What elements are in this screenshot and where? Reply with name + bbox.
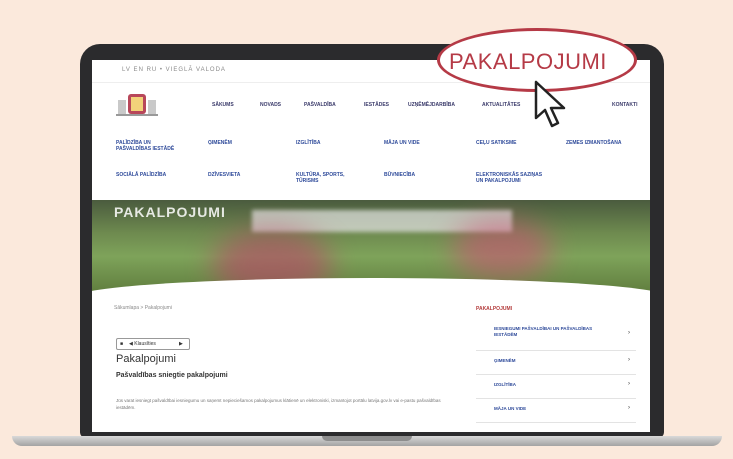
page-title: Pakalpojumi xyxy=(116,353,176,365)
language-switcher[interactable]: LV EN RU • VIEGLĀ VALODA xyxy=(122,67,226,73)
menu-item[interactable]: SOCIĀLĀ PALĪDZĪBA xyxy=(116,172,166,178)
menu-item[interactable]: ĢIMENĒM xyxy=(208,140,232,146)
listen-toolbar[interactable]: ■ ◀ Klausīties ▶ xyxy=(116,338,190,350)
sidebar-item[interactable]: ĢIMENĒM › xyxy=(476,354,636,375)
services-menu: PALĪDZĪBA UN PAŠVALDĪBAS IESTĀDĒ ĢIMENĒM… xyxy=(116,140,636,200)
nav-item[interactable]: KONTAKTI xyxy=(612,102,637,108)
menu-item[interactable]: DZĪVESVIETA xyxy=(208,172,240,178)
nav-item[interactable]: IESTĀDES xyxy=(364,102,389,108)
sidebar-item-label: IZGLĪTĪBA xyxy=(494,382,516,387)
laptop-notch xyxy=(322,436,412,441)
sidebar-item[interactable]: IZGLĪTĪBA › xyxy=(476,378,636,399)
sidebar-item-label: ĢIMENĒM xyxy=(494,358,516,363)
sidebar-item-label: MĀJA UN VIDE xyxy=(494,406,527,411)
play-button[interactable]: ▶ xyxy=(179,341,183,347)
sidebar-item[interactable]: IESNIEGUMI PAŠVALDĪBAI UN PAŠVALDĪBAS IE… xyxy=(476,322,636,351)
chevron-right-icon: › xyxy=(628,381,630,387)
sidebar-item-label: IESNIEGUMI PAŠVALDĪBAI UN PAŠVALDĪBAS IE… xyxy=(494,326,593,337)
nav-item[interactable]: UZŅĒMĒJDARBĪBA xyxy=(408,102,455,108)
sidebar-heading: PAKALPOJUMI xyxy=(476,306,513,312)
nav-item[interactable]: NOVADS xyxy=(260,102,281,108)
page-subtitle: Pašvaldības sniegtie pakalpojumi xyxy=(116,372,228,379)
nav-item[interactable]: PAŠVALDĪBA xyxy=(304,102,336,108)
menu-item[interactable]: MĀJA UN VIDE xyxy=(384,140,420,146)
speaker-icon[interactable]: ■ xyxy=(120,341,123,347)
menu-item[interactable]: PALĪDZĪBA UN PAŠVALDĪBAS IESTĀDĒ xyxy=(116,140,174,152)
chevron-right-icon: › xyxy=(628,357,630,363)
hero-title: PAKALPOJUMI xyxy=(114,204,226,220)
menu-item[interactable]: ELEKTRONISKĀS SAZIŅAS UN PAKALPOJUMI xyxy=(476,172,542,184)
menu-item[interactable]: IZGLĪTĪBA xyxy=(296,140,320,146)
callout-label: PAKALPOJUMI xyxy=(449,49,607,74)
breadcrumb[interactable]: Sākumlapa > Pakalpojumi xyxy=(114,305,172,311)
chevron-right-icon: › xyxy=(628,405,630,411)
chevron-right-icon: › xyxy=(628,330,630,336)
body-text: Jūs varat iesniegt pašvaldībai iesniegum… xyxy=(116,398,441,410)
menu-item[interactable]: BŪVNIECĪBA xyxy=(384,172,415,178)
hero-flowers xyxy=(452,220,552,280)
crest-logo-icon[interactable] xyxy=(114,90,160,118)
nav-item[interactable]: SĀKUMS xyxy=(212,102,234,108)
menu-item[interactable]: KULTŪRA, SPORTS, TŪRISMS xyxy=(296,172,366,184)
cursor-arrow-icon xyxy=(534,80,566,128)
menu-item[interactable]: CEĻU SATIKSME xyxy=(476,140,516,146)
main-navigation: SĀKUMS NOVADS PAŠVALDĪBA IESTĀDES UZŅĒMĒ… xyxy=(212,102,642,112)
nav-item[interactable]: AKTUALITĀTES xyxy=(482,102,520,108)
menu-item[interactable]: ZEMES IZMANTOŠANA xyxy=(566,140,621,146)
listen-button[interactable]: ◀ Klausīties xyxy=(129,341,156,347)
hero-curve xyxy=(92,278,650,318)
sidebar-item[interactable]: MĀJA UN VIDE › xyxy=(476,402,636,423)
